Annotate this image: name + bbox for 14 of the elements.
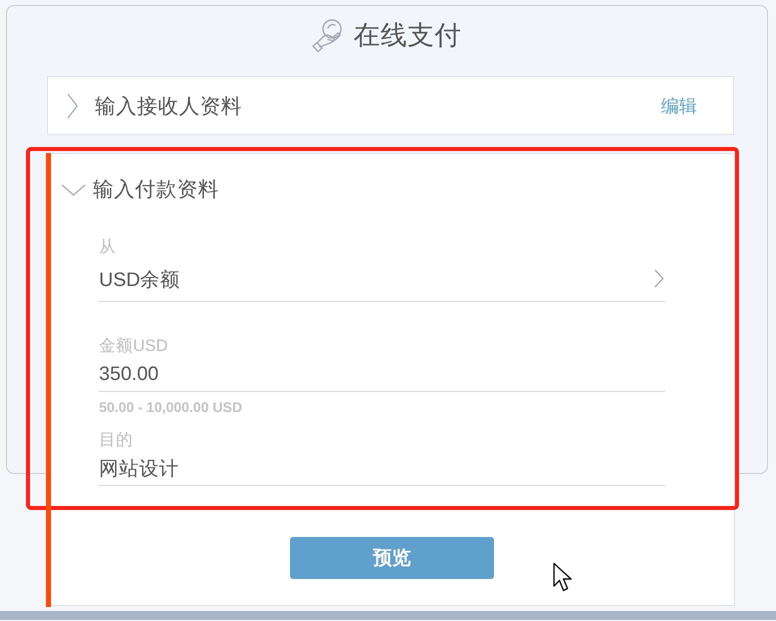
text-field[interactable]: 网站设计: [99, 451, 665, 486]
field-label: 从: [99, 237, 116, 258]
chevron-right-icon: [654, 268, 664, 288]
hand-coin-icon: [310, 18, 344, 52]
dropdown-field[interactable]: USD余额: [99, 258, 665, 302]
field-label: 目的: [99, 430, 133, 451]
section-toggle[interactable]: 输入付款资料: [61, 175, 219, 203]
chevron-right-icon: [67, 93, 78, 119]
chevron-down-icon: [61, 184, 86, 196]
field-label: 金额USD: [99, 336, 168, 357]
text-field[interactable]: 350.00: [99, 357, 665, 392]
field-hint: 50.00 - 10,000.00 USD: [99, 398, 242, 417]
page-title: 在线支付: [354, 19, 462, 52]
section-toggle[interactable]: 输入接收人资料: [67, 92, 242, 120]
